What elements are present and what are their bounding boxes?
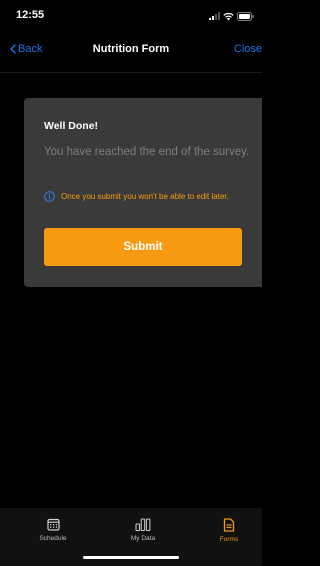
info-icon — [44, 191, 55, 202]
home-indicator — [83, 556, 179, 559]
tab-forms[interactable]: Forms — [199, 518, 259, 543]
wifi-icon — [223, 12, 234, 20]
document-icon — [223, 518, 235, 532]
battery-icon — [237, 11, 254, 21]
status-bar: 12:55 — [0, 0, 262, 32]
nav-divider — [0, 72, 262, 73]
bar-chart-icon — [135, 518, 151, 531]
completion-card: Well Done! You have reached the end of t… — [24, 98, 262, 287]
tab-my-data[interactable]: My Data — [113, 518, 173, 542]
page-title: Nutrition Form — [92, 43, 170, 55]
tab-schedule[interactable]: Schedule — [23, 518, 83, 542]
status-time: 12:55 — [16, 9, 45, 21]
card-message: You have reached the end of the survey. — [44, 146, 250, 158]
tab-label: Forms — [219, 536, 239, 543]
card-title: Well Done! — [44, 120, 99, 132]
tab-label: My Data — [130, 535, 156, 542]
cellular-signal-icon — [209, 12, 220, 20]
calendar-icon — [46, 518, 60, 531]
close-button[interactable]: Close — [234, 43, 262, 55]
navigation-bar: Back Nutrition Form Close — [0, 40, 262, 62]
submit-warning: Once you submit you won't be able to edi… — [44, 191, 254, 202]
status-icons — [209, 11, 254, 21]
tab-label: Schedule — [39, 535, 67, 542]
submit-button[interactable]: Submit — [44, 228, 242, 266]
warning-text: Once you submit you won't be able to edi… — [61, 192, 229, 201]
